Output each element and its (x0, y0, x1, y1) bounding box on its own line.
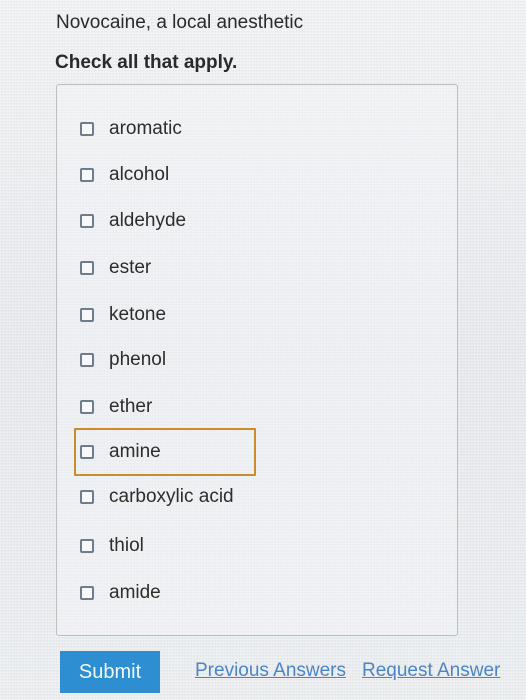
option-label: phenol (109, 349, 167, 370)
option-phenol[interactable]: phenol (74, 340, 254, 380)
option-label: aromatic (109, 118, 182, 139)
option-label: carboxylic acid (109, 486, 234, 507)
checkbox-icon[interactable] (80, 400, 94, 414)
option-aldehyde[interactable]: aldehyde (74, 201, 254, 241)
submit-button[interactable]: Submit (60, 651, 160, 693)
option-thiol[interactable]: thiol (74, 526, 254, 566)
previous-answers-link[interactable]: Previous Answers (195, 660, 346, 682)
option-label: ether (109, 396, 153, 417)
question-page: Novocaine, a local anesthetic Check all … (0, 0, 526, 700)
request-answer-link[interactable]: Request Answer (362, 660, 500, 682)
option-ketone[interactable]: ketone (74, 295, 254, 335)
option-label: ester (109, 257, 152, 278)
checkbox-icon[interactable] (80, 353, 94, 367)
option-label: ketone (109, 304, 167, 325)
option-aromatic[interactable]: aromatic (74, 109, 254, 149)
option-ester[interactable]: ester (74, 248, 254, 288)
option-ether[interactable]: ether (74, 387, 254, 427)
checkbox-icon[interactable] (80, 586, 94, 600)
question-title: Novocaine, a local anesthetic (56, 12, 304, 33)
checkbox-icon[interactable] (80, 122, 94, 136)
option-carboxylic-acid[interactable]: carboxylic acid (74, 477, 254, 517)
check-all-instruction: Check all that apply. (55, 52, 238, 73)
option-label: amine (109, 441, 161, 462)
option-label: alcohol (109, 164, 170, 185)
option-alcohol[interactable]: alcohol (74, 155, 254, 195)
checkbox-icon[interactable] (80, 539, 94, 553)
checkbox-icon[interactable] (80, 261, 94, 275)
checkbox-icon[interactable] (80, 490, 94, 504)
option-amide[interactable]: amide (74, 573, 254, 613)
checkbox-icon[interactable] (80, 214, 94, 228)
option-label: aldehyde (109, 210, 187, 231)
option-label: thiol (109, 535, 144, 556)
checkbox-icon[interactable] (80, 168, 94, 182)
option-amine[interactable]: amine (74, 428, 256, 476)
checkbox-icon[interactable] (80, 445, 94, 459)
option-label: amide (109, 582, 161, 603)
checkbox-icon[interactable] (80, 308, 94, 322)
